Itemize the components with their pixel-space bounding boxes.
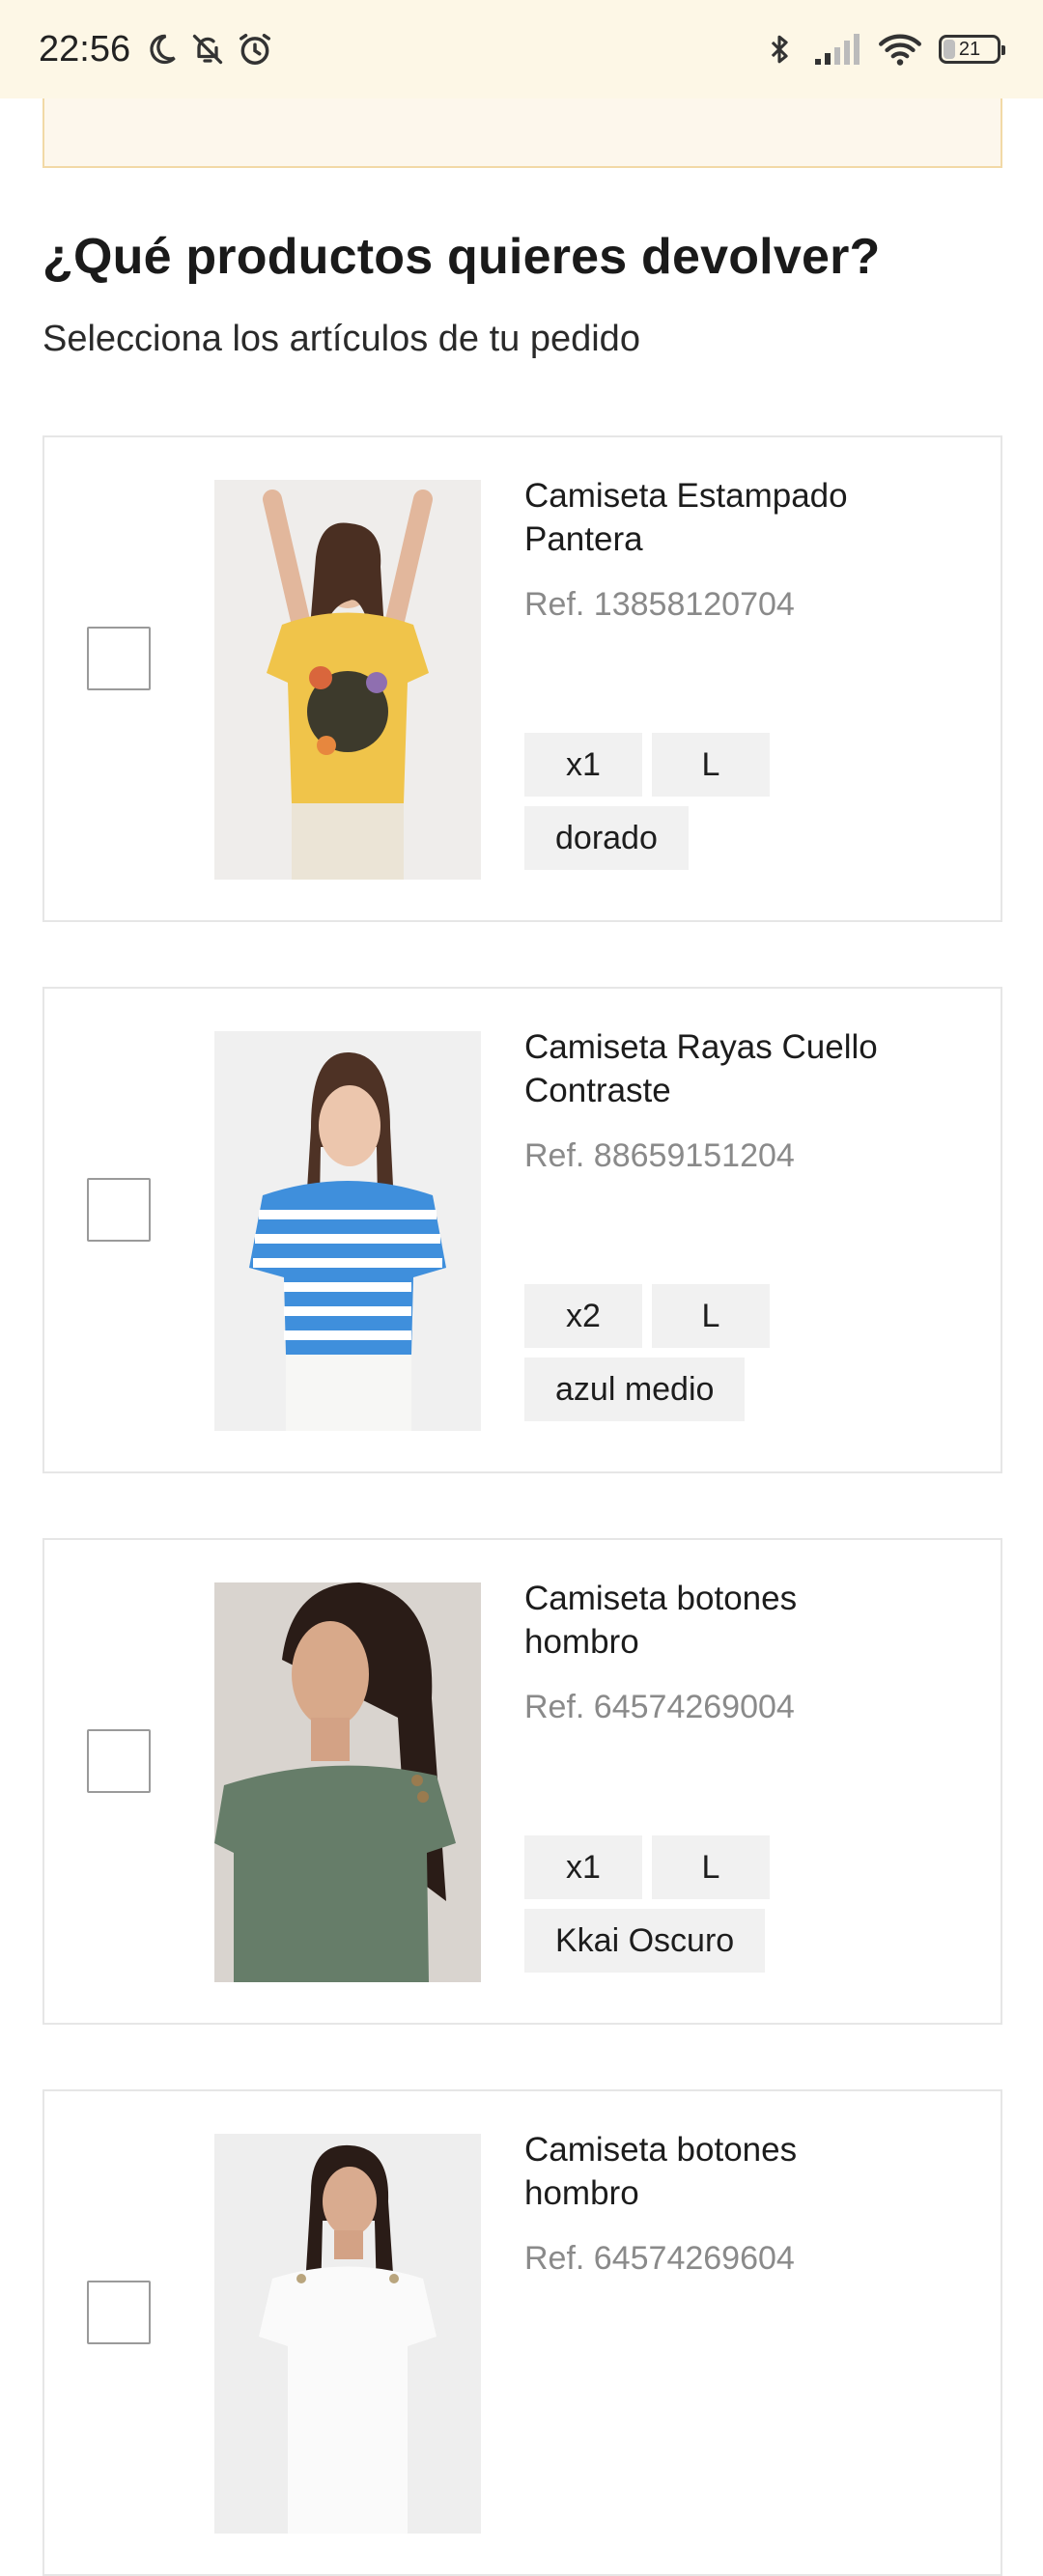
product-card[interactable]: Camiseta Rayas Cuello Contraste Ref. 886…	[42, 987, 1002, 1473]
status-bar-left: 22:56	[39, 29, 285, 70]
product-name: Camiseta Estampado Pantera	[524, 477, 848, 558]
signal-icon	[813, 32, 861, 67]
battery-icon: 21	[939, 35, 1005, 64]
color-chip: Kkai Oscuro	[524, 1909, 766, 1973]
quantity-chip: x1	[524, 1835, 642, 1899]
notice-banner	[42, 98, 1002, 168]
product-name: Camiseta Rayas Cuello Contraste	[524, 1028, 878, 1109]
product-ref: Ref. 64574269604	[524, 2240, 795, 2277]
product-checkbox[interactable]	[87, 2281, 151, 2344]
page-subtitle: Selecciona los artículos de tu pedido	[42, 319, 640, 359]
product-card[interactable]: Camiseta botones hombro Ref. 64574269604	[42, 2089, 1002, 2576]
product-image	[214, 2134, 481, 2534]
page-title: ¿Qué productos quieres devolver?	[42, 229, 881, 285]
product-checkbox[interactable]	[87, 1729, 151, 1793]
size-chip: L	[652, 733, 770, 797]
quantity-chip: x2	[524, 1284, 642, 1348]
product-name: Camiseta botones hombro	[524, 2131, 798, 2212]
product-card[interactable]: Camiseta Estampado Pantera Ref. 13858120…	[42, 435, 1002, 922]
color-chip: azul medio	[524, 1358, 746, 1421]
bluetooth-icon	[763, 31, 796, 68]
alarm-icon	[237, 31, 273, 68]
product-ref: Ref. 88659151204	[524, 1137, 795, 1174]
product-image	[214, 1582, 481, 1982]
quantity-chip: x1	[524, 733, 642, 797]
product-checkbox[interactable]	[87, 1178, 151, 1242]
status-time: 22:56	[39, 28, 131, 70]
product-image	[214, 1031, 481, 1431]
product-card[interactable]: Camiseta botones hombro Ref. 64574269004…	[42, 1538, 1002, 2025]
color-chip: dorado	[524, 806, 689, 870]
moon-icon	[144, 32, 179, 67]
size-chip: L	[652, 1284, 770, 1348]
product-image	[214, 480, 481, 880]
wifi-icon	[879, 32, 921, 67]
size-chip: L	[652, 1835, 770, 1899]
status-bar: 22:56 21	[0, 0, 1043, 98]
bell-off-icon	[190, 32, 225, 67]
battery-level: 21	[958, 38, 981, 60]
product-checkbox[interactable]	[87, 627, 151, 690]
product-ref: Ref. 13858120704	[524, 586, 795, 623]
product-ref: Ref. 64574269004	[524, 1689, 795, 1725]
product-name: Camiseta botones hombro	[524, 1580, 798, 1661]
status-bar-right: 21	[763, 31, 1005, 68]
